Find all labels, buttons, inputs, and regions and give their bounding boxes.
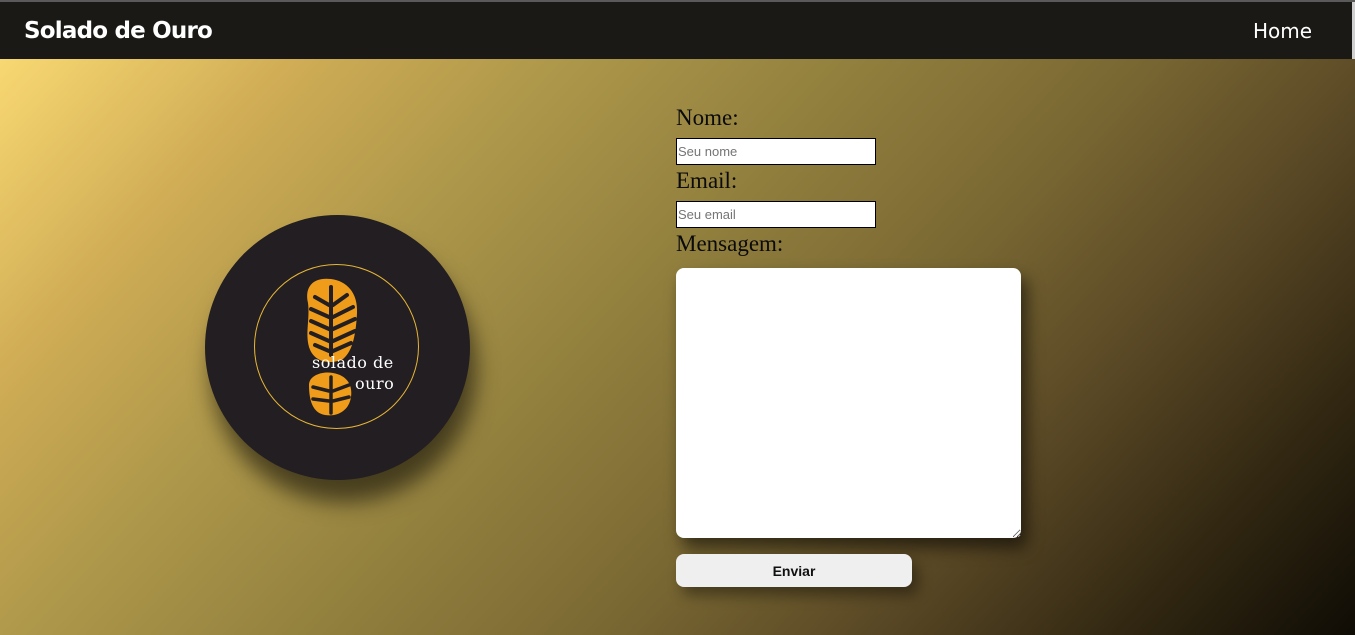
logo: solado de ouro	[205, 215, 470, 480]
logo-ring	[254, 264, 419, 429]
logo-text-line1: solado de	[312, 353, 394, 372]
nav-home-link[interactable]: Home	[1253, 19, 1312, 43]
email-field[interactable]	[676, 201, 876, 228]
name-field[interactable]	[676, 138, 876, 165]
message-label: Mensagem:	[676, 231, 784, 256]
submit-button[interactable]: Enviar	[676, 554, 912, 587]
main-section: solado de ouro Nome: Email: Mensagem: En…	[0, 59, 1355, 635]
message-textarea[interactable]	[676, 268, 1021, 538]
email-label: Email:	[676, 168, 738, 193]
navbar: Solado de Ouro Home	[0, 2, 1355, 59]
logo-text-line2: ouro	[355, 374, 395, 393]
brand-title: Solado de Ouro	[24, 17, 213, 44]
name-label: Nome:	[676, 105, 739, 130]
